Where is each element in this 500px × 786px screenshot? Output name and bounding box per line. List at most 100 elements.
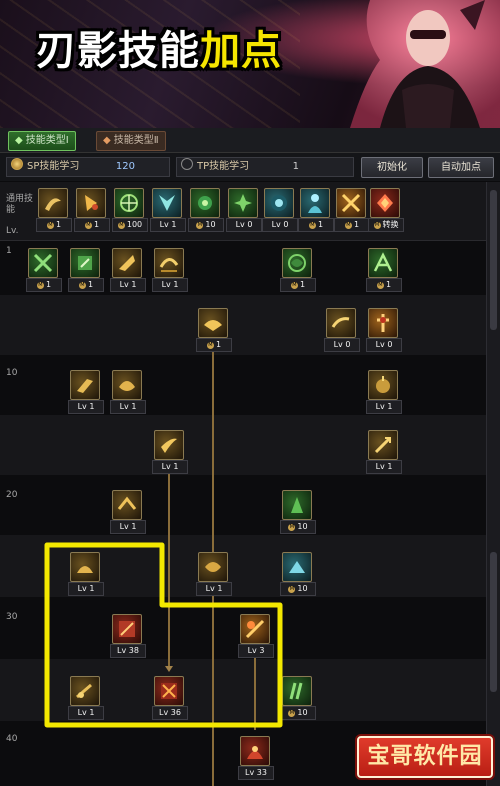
skill-icon: [368, 430, 398, 460]
skill-node[interactable]: Lv 36: [152, 676, 188, 720]
skill-icon: [240, 614, 270, 644]
skill-level-caption: M1: [334, 218, 370, 232]
common-skill[interactable]: M 100: [112, 188, 148, 232]
skill-level-caption: Lv 36: [152, 706, 188, 720]
common-skill[interactable]: M1: [74, 188, 110, 232]
skill-level-caption: Lv 1: [68, 400, 104, 414]
skill-node[interactable]: M1: [68, 248, 104, 292]
skill-level-caption: M1: [74, 218, 110, 232]
common-skill[interactable]: M 10: [188, 188, 224, 232]
tab-skill-type-2[interactable]: ◆ 技能类型Ⅱ: [96, 131, 166, 151]
skill-level-caption: Lv 1: [110, 400, 146, 414]
skill-icon: [198, 308, 228, 338]
skill-icon: [70, 676, 100, 706]
skill-icon: [336, 188, 366, 218]
skill-icon: [70, 248, 100, 278]
skill-icon: [154, 676, 184, 706]
skill-icon: [190, 188, 220, 218]
skill-node[interactable]: Lv 1: [152, 430, 188, 474]
skill-node[interactable]: Lv 1: [110, 248, 146, 292]
skill-node[interactable]: Lv 1: [68, 676, 104, 720]
skill-level-caption: M1: [280, 278, 316, 292]
common-skill[interactable]: M1: [334, 188, 370, 232]
skill-icon: [282, 490, 312, 520]
common-skill[interactable]: Lv 0: [226, 188, 262, 232]
skill-level-caption: Lv 1: [68, 706, 104, 720]
skill-level-caption: Lv 0: [366, 338, 402, 352]
banner: 刃影技能加点: [0, 0, 500, 128]
skill-node[interactable]: Lv 1: [152, 248, 188, 292]
scrollbar-thumb[interactable]: [490, 552, 497, 692]
skill-node[interactable]: Lv 1: [68, 370, 104, 414]
common-skill[interactable]: M 转换: [368, 188, 404, 232]
skill-icon: [370, 188, 400, 218]
skill-level-caption: Lv 1: [196, 582, 232, 596]
tab-label: 技能类型Ⅱ: [113, 135, 159, 146]
skill-icon: [76, 188, 106, 218]
skill-icon: [368, 248, 398, 278]
skill-level-caption: M1: [196, 338, 232, 352]
skill-level-caption: M 转换: [368, 218, 404, 232]
skill-icon: [114, 188, 144, 218]
skill-node[interactable]: Lv 1: [68, 552, 104, 596]
skill-level-caption: M 10: [280, 706, 316, 720]
scrollbar[interactable]: [486, 182, 500, 786]
level-marker-20: 20: [6, 490, 18, 500]
points-row: SP技能学习 120 TP技能学习 1 初始化 自动加点: [0, 153, 500, 181]
tp-label: TP技能学习: [197, 161, 250, 172]
skill-node[interactable]: M1: [26, 248, 62, 292]
tier-band: [0, 475, 486, 535]
skill-level-caption: Lv 1: [68, 582, 104, 596]
skill-node[interactable]: Lv 1: [110, 490, 146, 534]
skill-link-line: [254, 650, 256, 730]
skill-icon: [368, 370, 398, 400]
skill-level-caption: Lv 33: [238, 766, 274, 780]
skill-icon: [28, 248, 58, 278]
scrollbar-thumb[interactable]: [490, 190, 497, 330]
common-skill[interactable]: M1: [36, 188, 72, 232]
skill-level-caption: Lv 1: [150, 218, 186, 232]
skill-node[interactable]: Lv 38: [110, 614, 146, 658]
skill-node[interactable]: Lv 1: [196, 552, 232, 596]
skill-level-caption: Lv 1: [366, 400, 402, 414]
skill-node[interactable]: M 10: [280, 490, 316, 534]
common-skill[interactable]: Lv 0: [262, 188, 298, 232]
skill-node[interactable]: Lv 0: [366, 308, 402, 352]
skill-icon: [70, 370, 100, 400]
skill-node[interactable]: Lv 1: [366, 430, 402, 474]
skill-node[interactable]: M 10: [280, 676, 316, 720]
skill-node[interactable]: M1: [196, 308, 232, 352]
tab-label: 技能类型Ⅰ: [25, 135, 69, 146]
skill-icon: [70, 552, 100, 582]
skill-node[interactable]: Lv 3: [238, 614, 274, 658]
skill-icon: [112, 614, 142, 644]
skill-icon: [228, 188, 258, 218]
skill-icon: [240, 736, 270, 766]
character-portrait: [350, 0, 500, 128]
skill-node[interactable]: Lv 0: [324, 308, 360, 352]
skill-tree: 通用技能 Lv. 1 10 20 30 40 M1 M1 M 100 Lv 1 M…: [0, 182, 486, 786]
tab-skill-type-1[interactable]: ◆ 技能类型Ⅰ: [8, 131, 76, 151]
common-skill[interactable]: M1: [298, 188, 334, 232]
auto-allocate-button[interactable]: 自动加点: [428, 157, 494, 178]
skill-node[interactable]: M1: [280, 248, 316, 292]
skill-node[interactable]: Lv 1: [110, 370, 146, 414]
reset-button[interactable]: 初始化: [361, 157, 423, 178]
skill-level-caption: Lv 1: [152, 460, 188, 474]
level-marker-1: 1: [6, 246, 12, 256]
level-marker-40: 40: [6, 734, 18, 744]
tp-skill-learning[interactable]: TP技能学习 1: [176, 157, 354, 177]
skill-node[interactable]: Lv 1: [366, 370, 402, 414]
link-arrow-icon: [165, 666, 173, 672]
diamond-icon: ◆: [103, 135, 111, 146]
skill-node[interactable]: M1: [366, 248, 402, 292]
skill-node[interactable]: M 10: [280, 552, 316, 596]
skill-level-caption: M 10: [280, 582, 316, 596]
common-skill[interactable]: Lv 1: [150, 188, 186, 232]
banner-title: 刃影技能加点: [36, 18, 282, 76]
skill-node[interactable]: Lv 33: [238, 736, 274, 780]
sp-skill-learning[interactable]: SP技能学习 120: [6, 157, 170, 177]
skill-icon: [152, 188, 182, 218]
skill-level-caption: Lv 0: [226, 218, 262, 232]
skill-icon: [112, 490, 142, 520]
